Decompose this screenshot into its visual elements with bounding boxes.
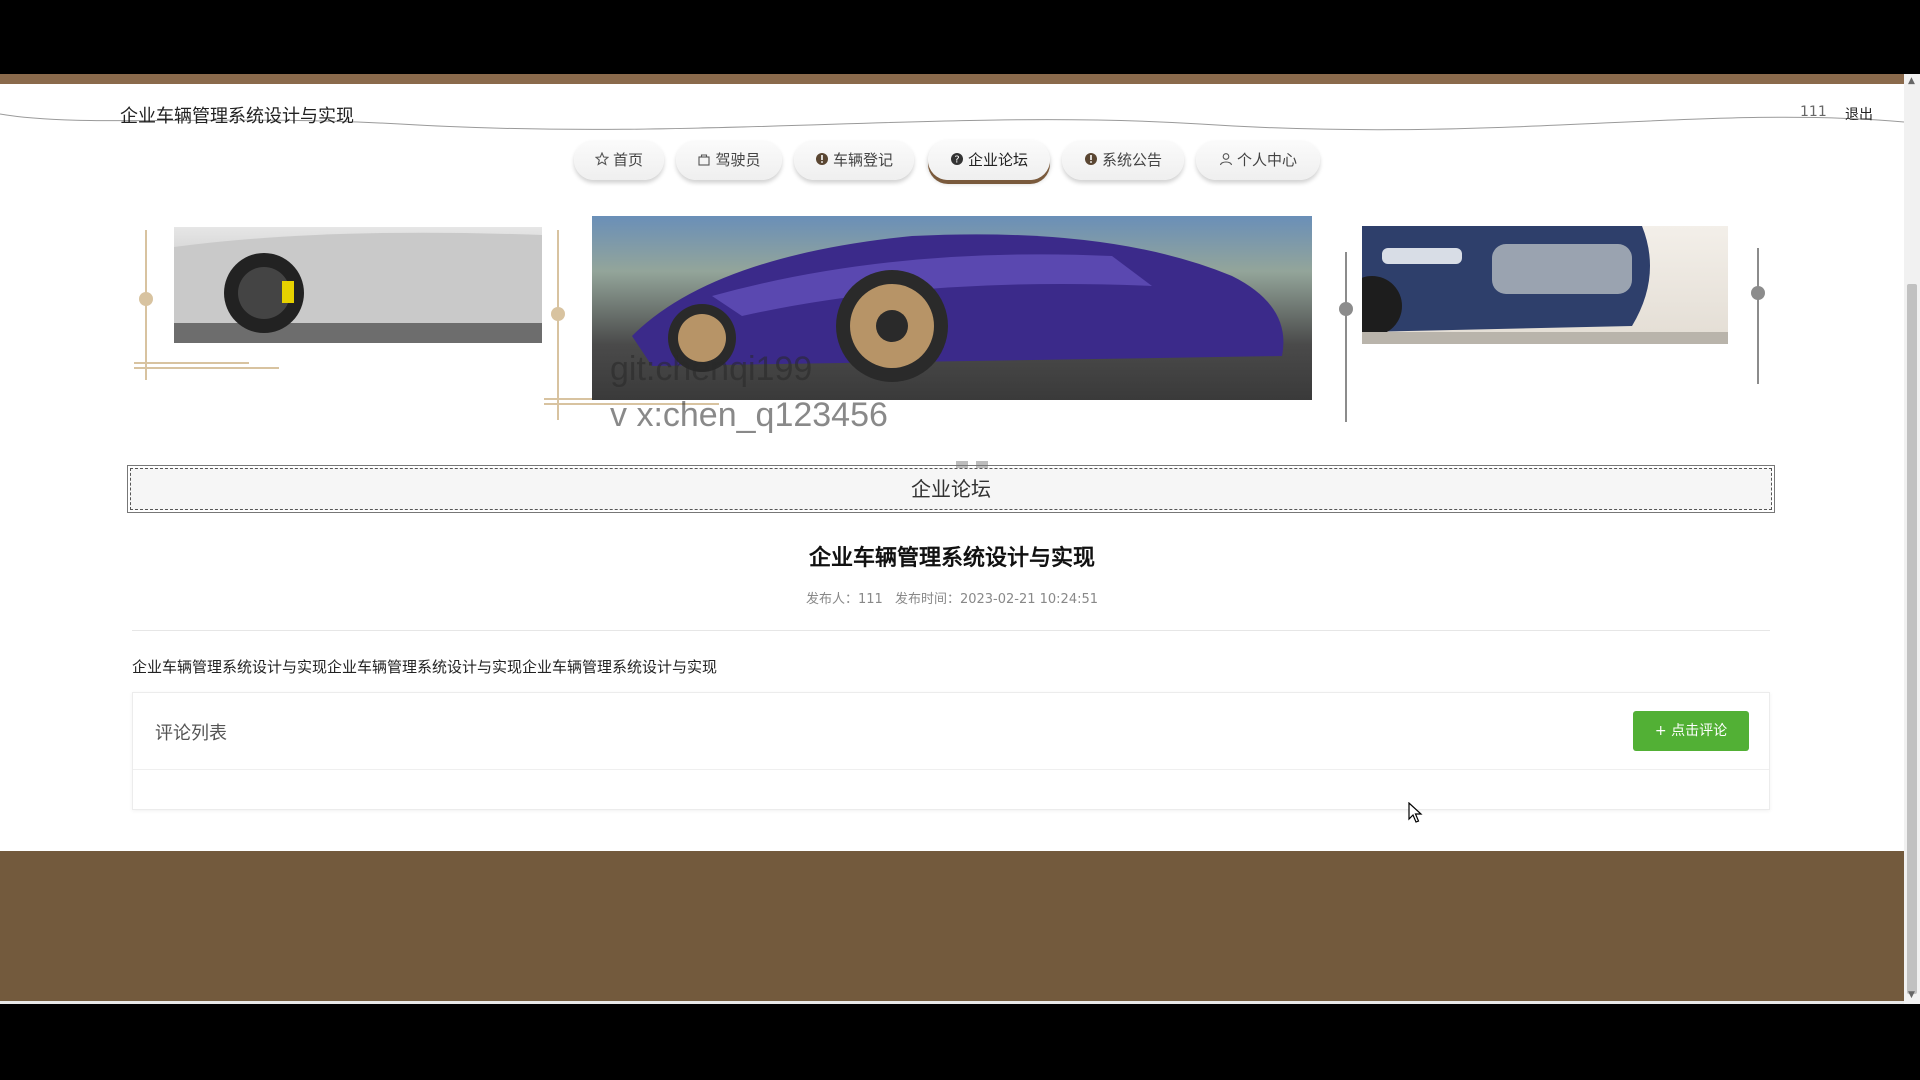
nav-item-personal-center[interactable]: 个人中心 [1196,140,1320,180]
post-publisher: 发布人：111 [805,592,883,607]
comments-header: 评论列表 + 点击评论 [133,693,1769,770]
username-label[interactable]: 111 [1800,104,1827,120]
star-icon [594,152,609,166]
mouse-cursor-icon [1408,802,1423,823]
carousel-deco-dot [1751,286,1765,300]
top-brown-strip [0,74,1904,84]
footer [0,851,1904,1001]
carousel-side-image-left[interactable] [174,227,542,343]
nav-item-forum[interactable]: ? 企业论坛 [928,140,1050,180]
post-body: 企业车辆管理系统设计与实现企业车辆管理系统设计与实现企业车辆管理系统设计与实现 [132,658,718,676]
blue-sedan-image [1362,226,1728,344]
silver-sports-car-image [174,232,542,343]
nav-label-personal-center: 个人中心 [1236,151,1297,169]
carousel-deco-line [134,362,249,364]
scroll-down-arrow-icon[interactable]: ▼ [1908,990,1915,1000]
scrollbar-thumb[interactable] [1907,284,1917,994]
nav-item-vehicle-registration[interactable]: 车辆登记 [794,140,914,180]
nav-label-drivers: 驾驶员 [715,151,761,169]
nav-item-announcements[interactable]: 系统公告 [1062,140,1184,180]
watermark-line-2: v x:chen_q123456 [610,396,888,434]
section-title-bar: 企业论坛 [127,465,1775,513]
bag-icon [698,154,711,166]
carousel-watermark: git:chenqi199 v x:chen_q123456 [610,346,888,438]
page-scrollbar[interactable]: ▲ ▼ [1904,74,1920,1004]
site-title: 企业车辆管理系统设计与实现 [120,106,354,127]
svg-text:?: ? [954,155,959,166]
post-title: 企业车辆管理系统设计与实现 [808,546,1095,571]
watermark-line-1: git:chenqi199 [610,350,813,388]
logout-button[interactable]: 退出 [1845,104,1873,124]
post-meta: 发布人：111 发布时间：2023-02-21 10:24:51 [0,588,1904,607]
divider [132,630,1770,631]
carousel-deco-line [557,230,559,420]
post-time: 发布时间：2023-02-21 10:24:51 [894,592,1099,607]
nav-label-announcements: 系统公告 [1101,151,1162,169]
comments-panel: 评论列表 + 点击评论 [132,692,1770,810]
carousel-deco-dot [139,292,153,306]
carousel-deco-line [1345,252,1347,422]
nav-item-drivers[interactable]: 驾驶员 [676,140,782,180]
user-icon [1219,153,1233,166]
carousel-deco-dot [1339,302,1353,316]
info-icon [1084,153,1097,165]
carousel-deco-line [134,367,279,369]
nav-label-vehicle-registration: 车辆登记 [832,151,893,169]
carousel-side-image-right[interactable] [1362,226,1728,344]
question-icon: ? [950,153,963,166]
nav-item-home[interactable]: 首页 [574,140,664,180]
nav-label-forum: 企业论坛 [967,151,1028,169]
add-comment-button[interactable]: + 点击评论 [1633,711,1749,751]
scroll-up-arrow-icon[interactable]: ▲ [1908,76,1915,86]
nav-label-home: 首页 [612,151,643,169]
comments-title: 评论列表 [155,723,227,744]
footer-bottom-line [0,1001,1904,1004]
page-viewport: 企业车辆管理系统设计与实现 111 退出 首页 驾驶员 车辆登记 ? 企业论坛 系… [0,74,1904,1004]
carousel-deco-line [1757,248,1759,384]
main-nav: 首页 驾驶员 车辆登记 ? 企业论坛 系统公告 个人中心 [574,140,1324,182]
carousel-deco-dot [551,307,565,321]
image-carousel: git:chenqi199 v x:chen_q123456 [0,186,1904,506]
exclamation-icon [815,153,828,165]
